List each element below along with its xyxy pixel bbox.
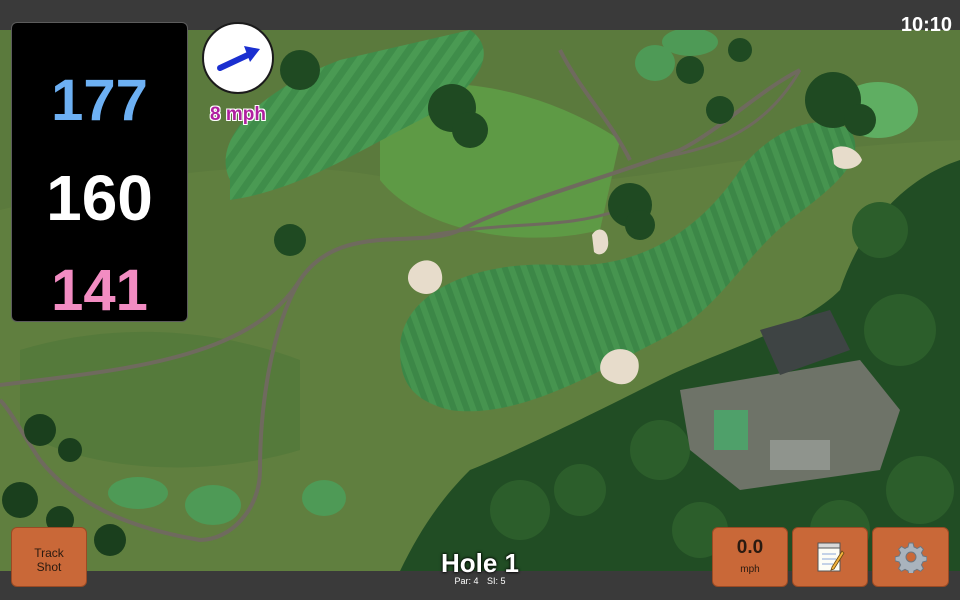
track-shot-label-line1: Track bbox=[34, 546, 64, 560]
yardage-panel: 177 160 141 bbox=[11, 22, 188, 323]
settings-button[interactable] bbox=[872, 527, 949, 587]
wind-direction-arrow-icon bbox=[217, 46, 260, 71]
hole-par: Par: 4 bbox=[454, 576, 479, 586]
wind-speed-label: 8 mph bbox=[210, 104, 266, 125]
gear-icon bbox=[894, 542, 927, 573]
track-shot-label-line2: Shot bbox=[36, 560, 62, 574]
hole-meta: Par: 4 SI: 5 bbox=[380, 576, 580, 586]
speed-button[interactable]: 0.0 mph bbox=[712, 527, 788, 587]
back-yardage: 177 bbox=[51, 68, 148, 133]
hole-title: Hole 1 bbox=[440, 548, 520, 578]
track-shot-button[interactable]: Track Shot bbox=[11, 527, 87, 587]
status-time: 10:10 bbox=[900, 14, 952, 36]
middle-yardage: 160 bbox=[46, 162, 153, 234]
hole-si: SI: 5 bbox=[487, 576, 506, 586]
speed-unit: mph bbox=[740, 564, 760, 575]
notes-button[interactable] bbox=[792, 527, 868, 587]
speed-value: 0.0 bbox=[736, 537, 764, 558]
wind-indicator bbox=[202, 22, 274, 94]
front-yardage: 141 bbox=[51, 258, 148, 323]
notepad-icon bbox=[817, 542, 845, 572]
